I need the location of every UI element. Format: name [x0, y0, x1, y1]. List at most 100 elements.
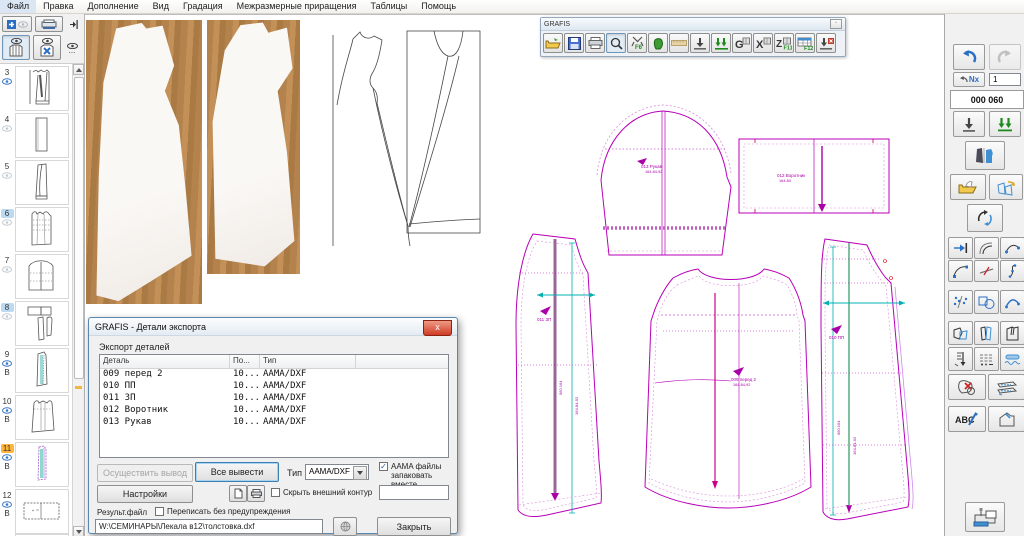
result-path-field[interactable]: W:\СЕМИНАРЫ\Лекала в12\толстовка.dxf: [95, 519, 323, 534]
toolbar-dock-button[interactable]: ▫: [830, 19, 842, 29]
call-piece-button[interactable]: [953, 111, 985, 137]
export-all-button[interactable]: [711, 33, 731, 53]
align-point-tool[interactable]: [948, 237, 973, 259]
col-po[interactable]: По...: [230, 355, 260, 368]
piece-thumb-8[interactable]: 8: [0, 301, 70, 344]
piece-dart-tool[interactable]: [1000, 321, 1024, 345]
type-dropdown[interactable]: AAMA/DXF: [305, 464, 369, 480]
piece-manager-button[interactable]: [965, 141, 1005, 170]
nx-count-input[interactable]: 1: [989, 73, 1021, 86]
export-pieces-list[interactable]: Деталь По... Тип 009 перед 210...AAMA/DX…: [99, 354, 449, 458]
show-all-pieces-button[interactable]: [2, 35, 30, 60]
shapes-tool[interactable]: [974, 290, 999, 314]
digitized-outline[interactable]: [333, 31, 480, 246]
menu-file[interactable]: Файл: [0, 0, 36, 13]
piece-thumb-11[interactable]: 11 В: [0, 442, 70, 485]
copy-piece-button[interactable]: [989, 174, 1023, 200]
delete-piece-tool[interactable]: [948, 374, 986, 400]
list-row[interactable]: 012 Воротник10...AAMA/DXF: [100, 405, 448, 417]
stack-pieces-tool[interactable]: [988, 374, 1024, 400]
piece-thumb-4[interactable]: 4: [0, 113, 70, 156]
dialog-close-icon[interactable]: x: [423, 320, 452, 336]
zoom-button[interactable]: [606, 33, 626, 53]
points-tool[interactable]: [948, 290, 973, 314]
export-one-button[interactable]: [690, 33, 710, 53]
call-all-pieces-button[interactable]: [989, 111, 1021, 137]
plot-pieces-button[interactable]: [35, 16, 63, 32]
list-row[interactable]: 009 перед 210...AAMA/DXF: [100, 369, 448, 381]
measure-f6-button[interactable]: F6: [627, 33, 647, 53]
menu-help[interactable]: Помощь: [414, 0, 463, 13]
dropdown-arrow-button[interactable]: [353, 466, 367, 480]
col-detail[interactable]: Деталь: [100, 355, 230, 368]
piece-thumb-7[interactable]: 7: [0, 254, 70, 297]
save-button[interactable]: [564, 33, 584, 53]
export-close-button[interactable]: [816, 33, 836, 53]
col-type[interactable]: Тип: [260, 355, 356, 368]
measure-list-tool[interactable]: [948, 347, 973, 371]
grab-button[interactable]: [648, 33, 668, 53]
dialog-titlebar[interactable]: GRAFIS - Детали экспорта: [89, 318, 457, 336]
copy-button[interactable]: [229, 485, 247, 502]
piece-thumb-10[interactable]: 10 В: [0, 395, 70, 438]
menu-tables[interactable]: Таблицы: [363, 0, 414, 13]
menu-view[interactable]: Вид: [146, 0, 176, 13]
hatch-tool[interactable]: [974, 347, 999, 371]
scrollbar-thumb[interactable]: [74, 77, 84, 379]
ruler-button[interactable]: [669, 33, 689, 53]
seam-style-tool[interactable]: [1000, 347, 1024, 371]
menu-edit[interactable]: Правка: [36, 0, 80, 13]
extra-field[interactable]: [379, 485, 449, 500]
grafis-export-toolbar[interactable]: GRAFIS ▫ F6 G X ZF11 F12: [540, 17, 846, 57]
list-row[interactable]: 011 ЗП10...AAMA/DXF: [100, 393, 448, 405]
list-row[interactable]: 010 ПП10...AAMA/DXF: [100, 381, 448, 393]
settings-button[interactable]: Настройки: [97, 485, 193, 503]
parallel-curve-tool[interactable]: [974, 237, 999, 259]
menu-grading[interactable]: Градация: [176, 0, 230, 13]
menu-addon[interactable]: Дополнение: [81, 0, 146, 13]
piece-front[interactable]: 009 перед 2 164-84-92: [645, 269, 811, 508]
z-table-f11-button[interactable]: ZF11: [774, 33, 794, 53]
print-button[interactable]: [585, 33, 605, 53]
hide-pieces-button[interactable]: [33, 35, 61, 60]
piece-sleeve[interactable]: 013 Рукав 164-84-92: [597, 105, 731, 255]
open-model-button[interactable]: [950, 174, 986, 200]
hide-outline-checkbox[interactable]: Скрыть внешний контур: [271, 488, 372, 497]
browse-button[interactable]: [333, 517, 357, 536]
export-details-dialog[interactable]: GRAFIS - Детали экспорта x Экспорт детал…: [88, 317, 458, 534]
piece-thumb-12[interactable]: 12 В: [0, 489, 70, 532]
scroll-up-button[interactable]: [73, 64, 84, 75]
menu-intersize[interactable]: Межразмерные приращения: [230, 0, 364, 13]
redo-button[interactable]: [989, 44, 1021, 70]
piece-mirror-tool[interactable]: [974, 321, 999, 345]
arc-tool[interactable]: [948, 260, 973, 282]
piece-collar[interactable]: 012 Воротник 164-84: [739, 139, 889, 213]
annotate-piece-tool[interactable]: [988, 406, 1024, 432]
piece-left-panel[interactable]: 011 ЗП 060 164 164-84-92: [516, 234, 601, 517]
text-tool[interactable]: ABC: [948, 406, 986, 432]
drawing-canvas[interactable]: 013 Рукав 164-84-92 012 Воротник 164-84: [85, 14, 944, 536]
overwrite-checkbox[interactable]: Переписать без предупреждения: [155, 507, 290, 516]
piece-thumb-6[interactable]: 6: [0, 207, 70, 250]
line-edit-tool[interactable]: [974, 260, 999, 282]
thumbnail-scrollbar[interactable]: [72, 64, 84, 536]
curve-tool[interactable]: [1000, 237, 1024, 259]
repeat-nx-button[interactable]: Nx: [953, 72, 985, 87]
bezier-tool[interactable]: [1000, 290, 1024, 314]
collapse-sidebar-button[interactable]: [66, 16, 81, 32]
piece-thumb-5[interactable]: 5: [0, 160, 70, 203]
plot-button[interactable]: [965, 502, 1005, 532]
piece-thumb-9[interactable]: 9 В: [0, 348, 70, 391]
print-list-button[interactable]: [247, 485, 265, 502]
piece-right-panel[interactable]: 010 ПП 060 164 164-84-92: [821, 239, 913, 520]
visibility-options-button[interactable]: ...: [63, 35, 81, 60]
export-all-button[interactable]: Все вывести: [195, 462, 279, 482]
execute-export-button[interactable]: Осуществить вывод: [97, 464, 193, 482]
piece-thumb-3[interactable]: 3: [0, 66, 70, 109]
toolbar-titlebar[interactable]: GRAFIS ▫: [541, 18, 845, 31]
open-file-button[interactable]: [543, 33, 563, 53]
list-header[interactable]: Деталь По... Тип: [100, 355, 448, 369]
rework-cycle-button[interactable]: [967, 204, 1003, 232]
close-dialog-button[interactable]: Закрыть: [377, 517, 451, 536]
table-f12-button[interactable]: F12: [795, 33, 815, 53]
